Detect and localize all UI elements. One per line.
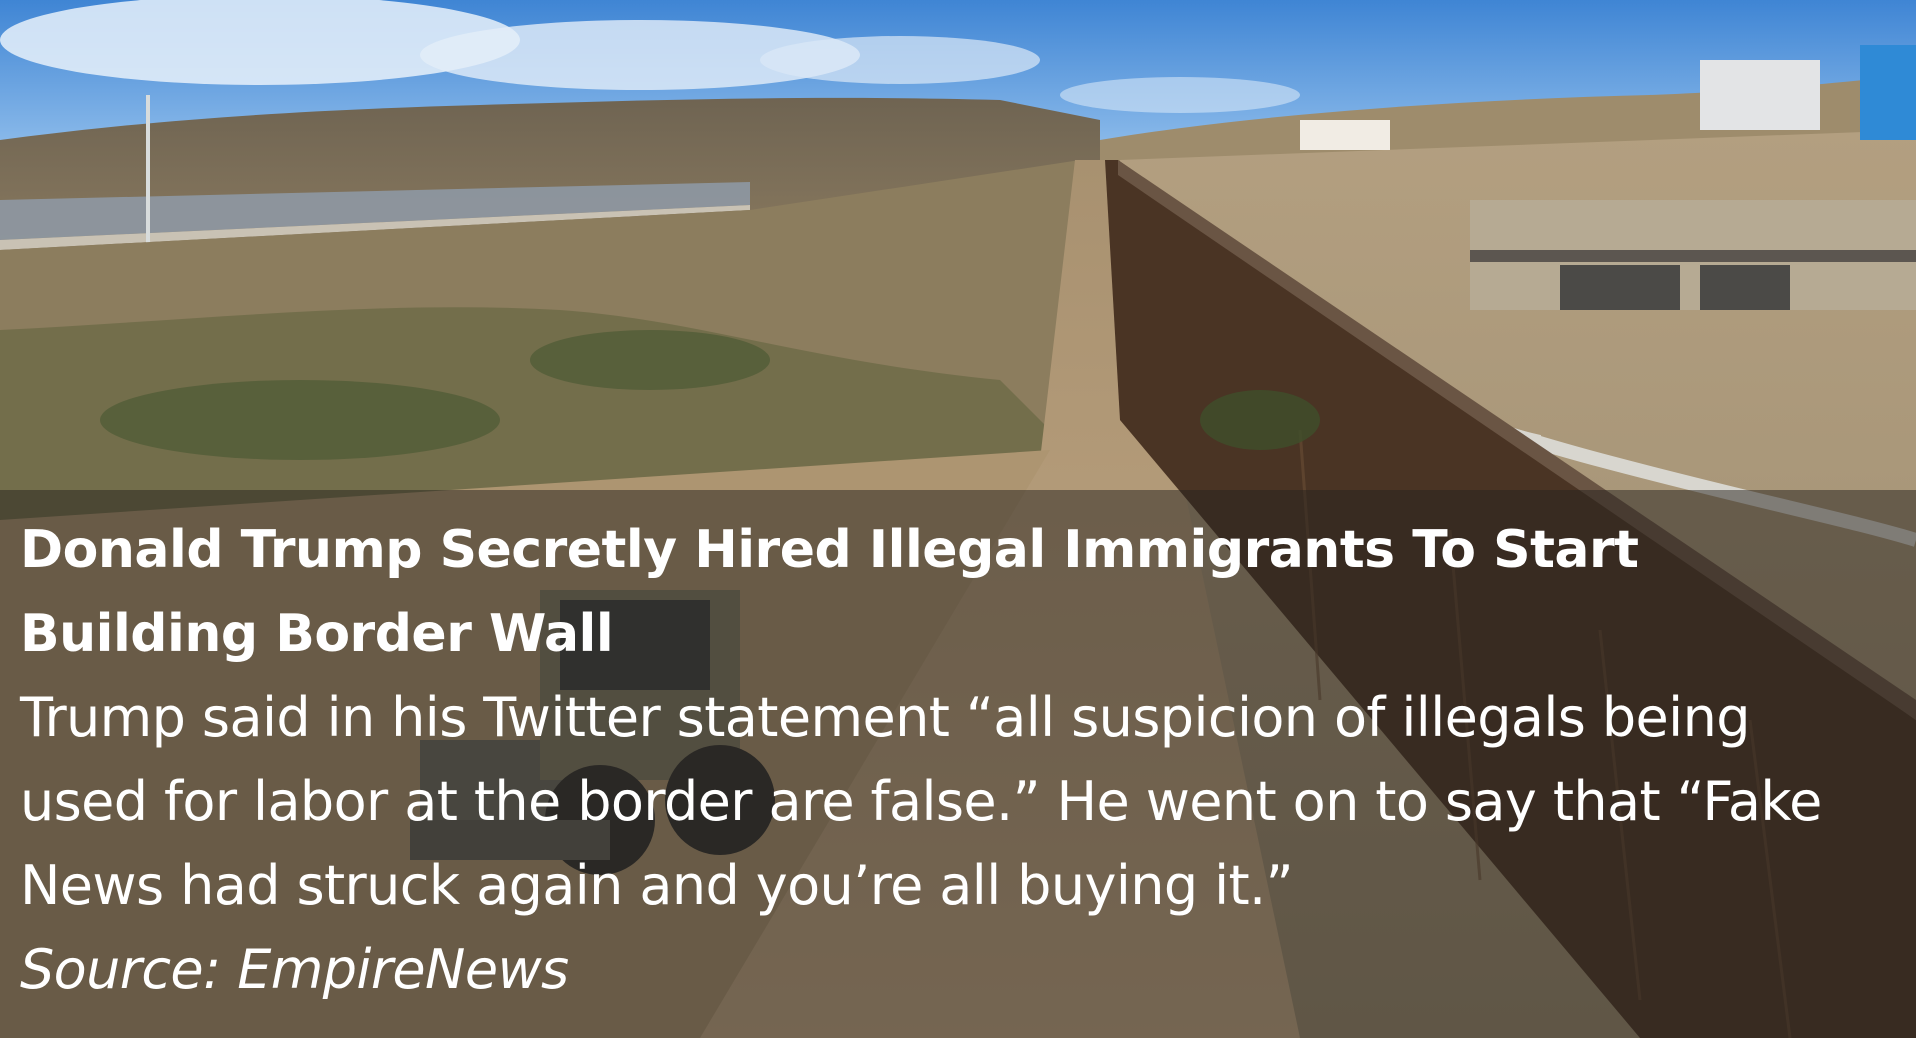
- source-credit: Source: EmpireNews: [20, 938, 569, 1001]
- cloud: [1060, 77, 1300, 113]
- hilltop-building: [1700, 60, 1820, 130]
- headline: Donald Trump Secretly Hired Illegal Immi…: [20, 520, 1639, 664]
- caption-body: Trump said in his Twitter statement “all…: [20, 686, 1822, 917]
- cloud: [760, 36, 1040, 84]
- caption-overlay: Donald Trump Secretly Hired Illegal Immi…: [0, 490, 1916, 1038]
- meme-image: Donald Trump Secretly Hired Illegal Immi…: [0, 0, 1916, 1038]
